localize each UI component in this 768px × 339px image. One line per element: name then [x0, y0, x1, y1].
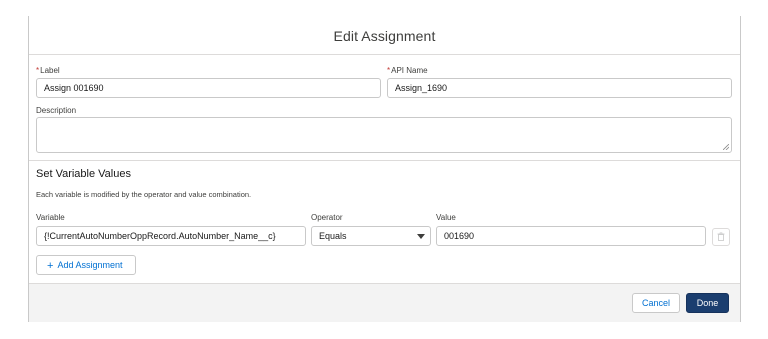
section-help-text: Each variable is modified by the operato… [36, 190, 252, 199]
add-assignment-label: Add Assignment [57, 260, 123, 270]
delete-row-button[interactable] [712, 228, 730, 246]
description-textarea[interactable] [36, 117, 732, 153]
variable-column-label: Variable [36, 213, 65, 222]
done-button[interactable]: Done [686, 293, 729, 313]
cancel-button[interactable]: Cancel [632, 293, 680, 313]
operator-column-label: Operator [311, 213, 343, 222]
operator-select-value: Equals [319, 231, 347, 241]
variable-input[interactable]: {!CurrentAutoNumberOppRecord.AutoNumber_… [36, 226, 306, 246]
modal-footer: Cancel Done [29, 283, 740, 322]
modal-title: Edit Assignment [333, 28, 436, 44]
chevron-down-icon [417, 234, 425, 239]
section-divider [29, 160, 740, 161]
trash-icon [717, 232, 725, 241]
modal-header: Edit Assignment [29, 16, 740, 55]
edit-assignment-modal: Edit Assignment *Label Assign 001690 *AP… [28, 16, 741, 322]
api-name-field-label: *API Name [387, 66, 428, 75]
description-label: Description [36, 106, 77, 115]
required-marker: * [387, 66, 391, 75]
section-title: Set Variable Values [36, 168, 131, 180]
api-name-field-label-text: API Name [391, 66, 428, 75]
value-column-label: Value [436, 213, 456, 222]
label-field-label-text: Label [40, 66, 60, 75]
api-name-input[interactable]: Assign_1690 [387, 78, 732, 98]
label-input[interactable]: Assign 001690 [36, 78, 381, 98]
operator-select[interactable]: Equals [311, 226, 431, 246]
resize-handle-icon[interactable] [723, 144, 729, 150]
required-marker: * [36, 66, 40, 75]
add-assignment-button[interactable]: + Add Assignment [36, 255, 136, 275]
plus-icon: + [47, 260, 54, 272]
value-input[interactable]: 001690 [436, 226, 706, 246]
label-field-label: *Label [36, 66, 60, 75]
